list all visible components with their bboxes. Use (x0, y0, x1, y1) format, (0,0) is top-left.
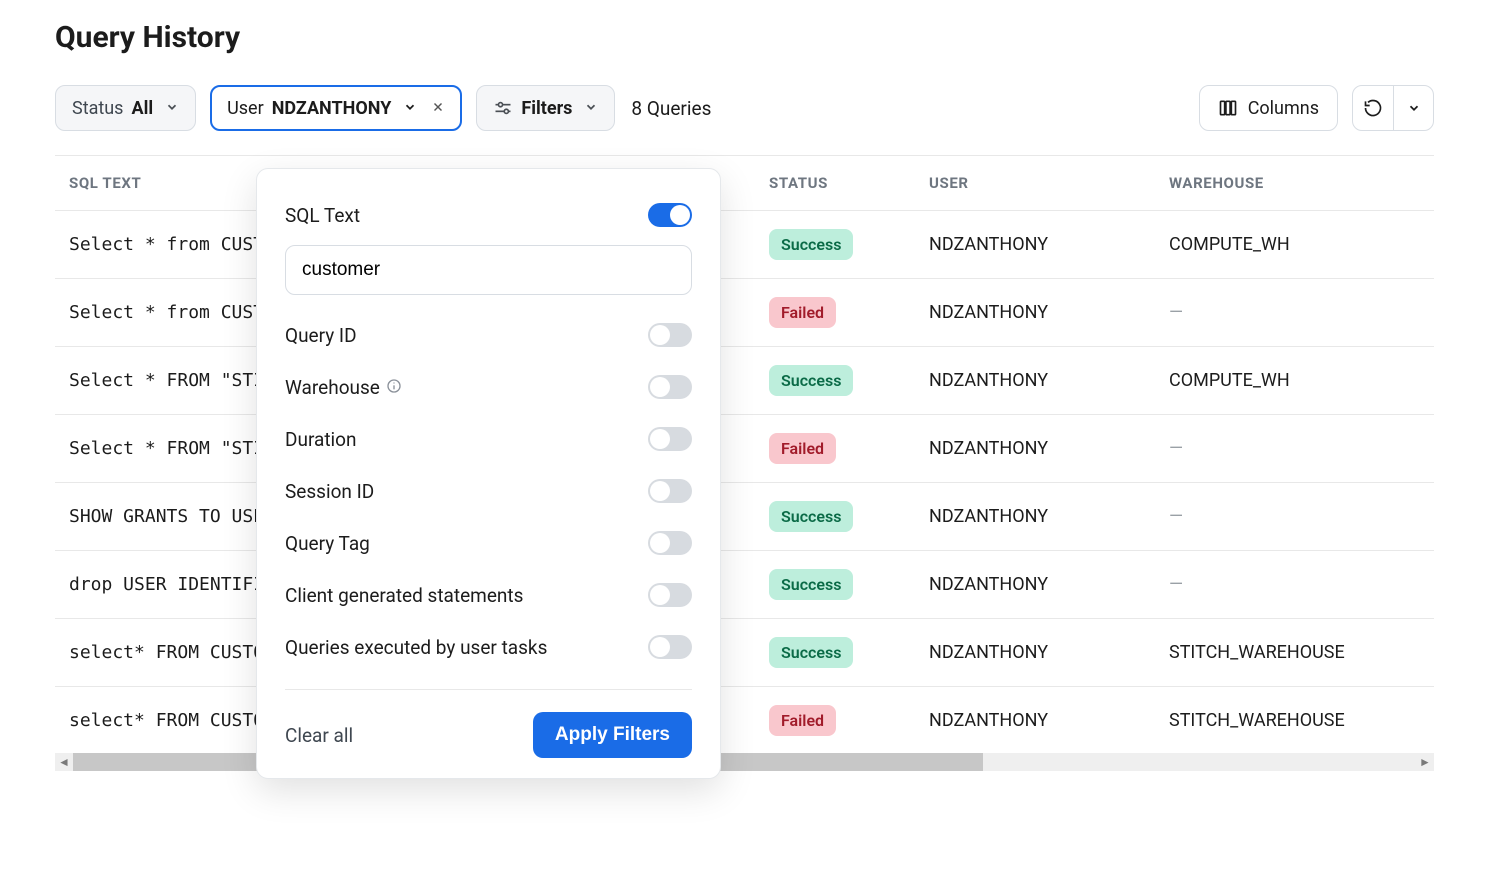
cell-user: NDZANTHONY (915, 279, 1155, 347)
filter-label-duration: Duration (285, 428, 357, 451)
cell-warehouse: COMPUTE_WH (1155, 211, 1434, 279)
cell-warehouse: — (1155, 415, 1434, 483)
filters-pill[interactable]: Filters (476, 85, 615, 131)
status-filter-value: All (131, 98, 153, 119)
status-badge: Success (769, 637, 853, 668)
chevron-down-icon (403, 98, 417, 119)
cell-warehouse: — (1155, 279, 1434, 347)
filter-label-sql-text: SQL Text (285, 204, 360, 227)
columns-icon (1218, 98, 1238, 118)
query-count: 8 Queries (631, 97, 711, 120)
cell-user: NDZANTHONY (915, 211, 1155, 279)
columns-label: Columns (1248, 98, 1319, 119)
filter-row-warehouse: Warehouse (285, 361, 692, 413)
cell-user: NDZANTHONY (915, 687, 1155, 755)
clear-all-link[interactable]: Clear all (285, 724, 353, 747)
cell-user: NDZANTHONY (915, 551, 1155, 619)
toggle-sql-text[interactable] (648, 203, 692, 227)
toggle-sessionId[interactable] (648, 479, 692, 503)
filter-label-warehouse: Warehouse (285, 376, 402, 399)
filter-row-sql-text: SQL Text (285, 199, 692, 237)
close-icon[interactable] (431, 98, 445, 119)
cell-warehouse: — (1155, 483, 1434, 551)
status-filter-pill[interactable]: Status All (55, 85, 196, 131)
cell-status: Success (755, 551, 915, 619)
chevron-down-icon (584, 98, 598, 119)
toggle-queryTag[interactable] (648, 531, 692, 555)
filter-row-queryId: Query ID (285, 309, 692, 361)
apply-filters-button[interactable]: Apply Filters (533, 712, 692, 758)
status-badge: Success (769, 569, 853, 600)
toggle-warehouse[interactable] (648, 375, 692, 399)
toggle-queryId[interactable] (648, 323, 692, 347)
cell-user: NDZANTHONY (915, 619, 1155, 687)
filter-label-queryTag: Query Tag (285, 532, 370, 555)
filters-dropdown: SQL Text Query ID Warehouse Duration Sessio… (256, 168, 721, 779)
page-title: Query History (55, 20, 1434, 55)
info-icon[interactable] (386, 378, 402, 394)
cell-status: Success (755, 347, 915, 415)
status-badge: Success (769, 365, 853, 396)
user-filter-value: NDZANTHONY (272, 98, 392, 119)
columns-button[interactable]: Columns (1199, 85, 1338, 131)
status-badge: Failed (769, 433, 836, 464)
cell-status: Success (755, 483, 915, 551)
cell-status: Success (755, 619, 915, 687)
user-filter-pill[interactable]: User NDZANTHONY (210, 85, 462, 131)
filter-row-queryTag: Query Tag (285, 517, 692, 569)
filters-footer: Clear all Apply Filters (285, 689, 692, 758)
status-badge: Success (769, 501, 853, 532)
cell-warehouse: COMPUTE_WH (1155, 347, 1434, 415)
toggle-duration[interactable] (648, 427, 692, 451)
toggle-userTasks[interactable] (648, 635, 692, 659)
filters-label: Filters (521, 98, 572, 119)
toggle-clientGen[interactable] (648, 583, 692, 607)
cell-status: Failed (755, 687, 915, 755)
sliders-icon (493, 98, 513, 118)
filter-label-clientGen: Client generated statements (285, 584, 523, 607)
cell-status: Success (755, 211, 915, 279)
cell-warehouse: STITCH_WAREHOUSE (1155, 687, 1434, 755)
sql-text-input[interactable] (285, 245, 692, 295)
filter-row-sessionId: Session ID (285, 465, 692, 517)
user-filter-label: User (227, 98, 264, 119)
refresh-menu-button[interactable] (1393, 86, 1433, 130)
col-user[interactable]: USER (915, 156, 1155, 211)
cell-status: Failed (755, 279, 915, 347)
cell-warehouse: STITCH_WAREHOUSE (1155, 619, 1434, 687)
filter-toolbar: Status All User NDZANTHONY Filters 8 Que… (55, 85, 1434, 131)
col-status[interactable]: STATUS (755, 156, 915, 211)
cell-status: Failed (755, 415, 915, 483)
filter-row-clientGen: Client generated statements (285, 569, 692, 621)
status-badge: Failed (769, 705, 836, 736)
status-filter-label: Status (72, 98, 123, 119)
cell-warehouse: — (1155, 551, 1434, 619)
status-badge: Success (769, 229, 853, 260)
filter-label-userTasks: Queries executed by user tasks (285, 636, 547, 659)
scroll-left-arrow[interactable]: ◄ (55, 753, 73, 771)
chevron-down-icon (165, 98, 179, 119)
cell-user: NDZANTHONY (915, 347, 1155, 415)
col-warehouse[interactable]: WAREHOUSE (1155, 156, 1434, 211)
cell-user: NDZANTHONY (915, 415, 1155, 483)
filter-label-sessionId: Session ID (285, 480, 374, 503)
filter-label-queryId: Query ID (285, 324, 357, 347)
cell-user: NDZANTHONY (915, 483, 1155, 551)
filter-row-duration: Duration (285, 413, 692, 465)
refresh-split-button (1352, 85, 1434, 131)
status-badge: Failed (769, 297, 836, 328)
filter-row-userTasks: Queries executed by user tasks (285, 621, 692, 673)
scroll-right-arrow[interactable]: ► (1416, 753, 1434, 771)
refresh-button[interactable] (1353, 86, 1393, 130)
